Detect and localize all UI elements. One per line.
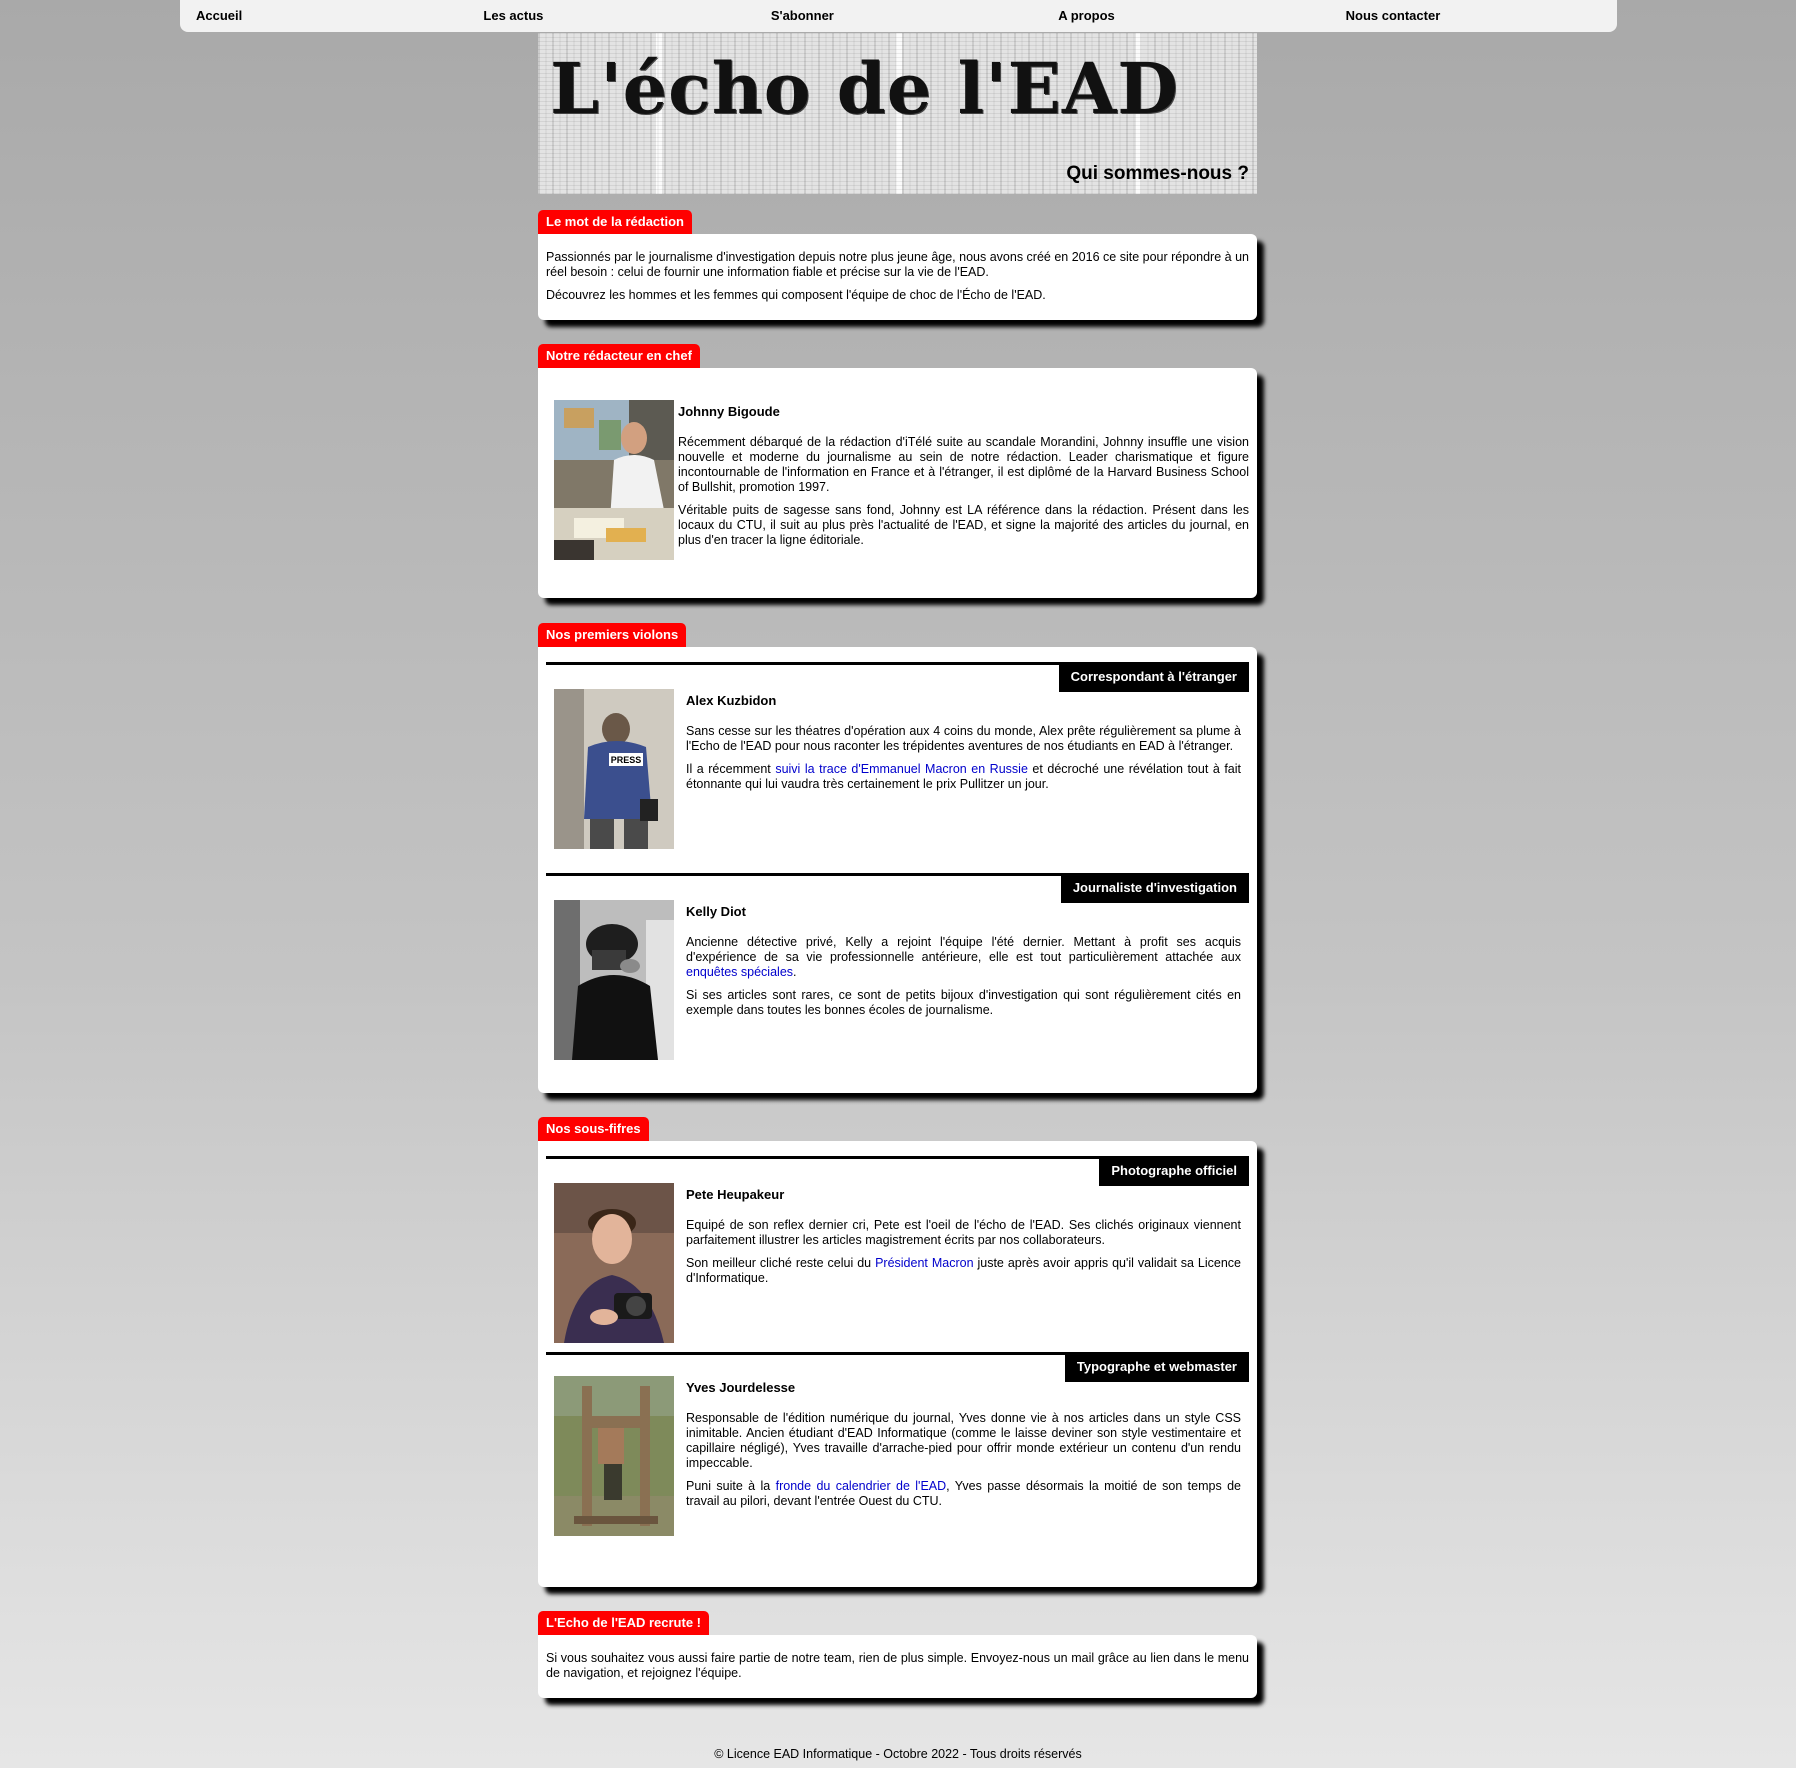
person-card-pete-heupakeur: Photographe officiel Pete Heupakeur Equi…: [546, 1156, 1249, 1346]
svg-text:PRESS: PRESS: [611, 755, 642, 765]
role-badge: Journaliste d'investigation: [1060, 873, 1249, 903]
person-bio-2: Il a récemment suivi la trace d'Emmanuel…: [686, 762, 1241, 791]
header-banner: L'écho de l'EAD Qui sommes-nous ?: [538, 33, 1257, 194]
photo-pete-heupakeur: [554, 1183, 674, 1343]
link-enquetes-speciales[interactable]: enquêtes spéciales: [686, 965, 793, 979]
person-card-alex-kuzbidon: Correspondant à l'étranger PRESS Alex Ku…: [546, 662, 1249, 852]
section-tab: Notre rédacteur en chef: [538, 344, 700, 368]
person-bio: Responsable de l'édition numérique du jo…: [686, 1411, 1241, 1470]
person-text: Kelly Diot Ancienne détective privé, Kel…: [686, 904, 1241, 1026]
person-text: Johnny Bigoude Récemment débarqué de la …: [678, 404, 1249, 556]
person-bio-2: Puni suite à la fronde du calendrier de …: [686, 1479, 1241, 1508]
intro-paragraph-2: Découvrez les hommes et les femmes qui c…: [546, 288, 1046, 302]
nav-item-sabonner[interactable]: S'abonner: [755, 0, 1042, 32]
person-name: Yves Jourdelesse: [686, 1380, 796, 1395]
person-bio-2: Si ses articles sont rares, ce sont de p…: [686, 988, 1241, 1017]
section-mot-redaction: Le mot de la rédaction Passionnés par le…: [538, 210, 1257, 320]
person-bio: Ancienne détective privé, Kelly a rejoin…: [686, 935, 1241, 979]
person-text: Pete Heupakeur Equipé de son reflex dern…: [686, 1187, 1241, 1294]
role-badge: Typographe et webmaster: [1064, 1352, 1249, 1382]
section-tab: Nos premiers violons: [538, 623, 687, 647]
section-redacteur-chef: Notre rédacteur en chef Johnny Bigoude R…: [538, 344, 1257, 598]
section-box: Passionnés par le journalisme d'investig…: [538, 234, 1257, 320]
person-name: Alex Kuzbidon: [686, 693, 777, 708]
section-sous-fifres: Nos sous-fifres Photographe officiel Pet…: [538, 1117, 1257, 1587]
section-tab: L'Echo de l'EAD recrute !: [538, 1611, 709, 1635]
person-bio: Sans cesse sur les théatres d'opération …: [686, 724, 1241, 753]
nav-item-nous-contacter[interactable]: Nous contacter: [1330, 0, 1617, 32]
site-logo: L'écho de l'EAD: [550, 47, 1180, 130]
person-card-yves-jourdelesse: Typographe et webmaster Yves Jourdelesse…: [546, 1352, 1249, 1562]
person-name: Johnny Bigoude: [678, 404, 780, 419]
section-premiers-violons: Nos premiers violons Correspondant à l'é…: [538, 623, 1257, 1093]
section-box: Si vous souhaitez vous aussi faire parti…: [538, 1635, 1257, 1698]
person-name: Pete Heupakeur: [686, 1187, 785, 1202]
role-badge: Photographe officiel: [1099, 1156, 1249, 1186]
page-subtitle: Qui sommes-nous ?: [1066, 163, 1249, 184]
person-bio-2: Son meilleur cliché reste celui du Prési…: [686, 1256, 1241, 1285]
link-fronde-calendrier[interactable]: fronde du calendrier de l'EAD: [776, 1479, 947, 1493]
photo-alex-kuzbidon: PRESS: [554, 689, 674, 849]
photo-johnny-bigoude: [554, 400, 674, 560]
nav-item-les-actus[interactable]: Les actus: [467, 0, 754, 32]
person-text: Alex Kuzbidon Sans cesse sur les théatre…: [686, 693, 1241, 800]
section-recrute: L'Echo de l'EAD recrute ! Si vous souhai…: [538, 1611, 1257, 1698]
person-bio: Récemment débarqué de la rédaction d'iTé…: [678, 435, 1249, 494]
section-tab: Nos sous-fifres: [538, 1117, 649, 1141]
section-box: Photographe officiel Pete Heupakeur Equi…: [538, 1141, 1257, 1587]
photo-yves-jourdelesse: [554, 1376, 674, 1536]
nav-item-accueil[interactable]: Accueil: [180, 0, 467, 32]
recrute-paragraph: Si vous souhaitez vous aussi faire parti…: [546, 1651, 1249, 1680]
footer-copyright: © Licence EAD Informatique - Octobre 202…: [714, 1747, 1082, 1761]
intro-paragraph: Passionnés par le journalisme d'investig…: [546, 250, 1249, 279]
person-text: Yves Jourdelesse Responsable de l'éditio…: [686, 1380, 1241, 1517]
person-card-kelly-diot: Journaliste d'investigation Kelly Diot A…: [546, 873, 1249, 1063]
section-box: Correspondant à l'étranger PRESS Alex Ku…: [538, 647, 1257, 1093]
person-bio-2: Véritable puits de sagesse sans fond, Jo…: [678, 503, 1249, 547]
section-box: Johnny Bigoude Récemment débarqué de la …: [538, 368, 1257, 598]
person-bio: Equipé de son reflex dernier cri, Pete e…: [686, 1218, 1241, 1247]
role-badge: Correspondant à l'étranger: [1058, 662, 1249, 692]
person-name: Kelly Diot: [686, 904, 746, 919]
nav-item-a-propos[interactable]: A propos: [1042, 0, 1329, 32]
section-tab: Le mot de la rédaction: [538, 210, 692, 234]
link-president-macron[interactable]: Président Macron: [875, 1256, 973, 1270]
link-macron-russie[interactable]: suivi la trace d'Emmanuel Macron en Russ…: [775, 762, 1028, 776]
main-nav: Accueil Les actus S'abonner A propos Nou…: [180, 0, 1617, 32]
photo-kelly-diot: [554, 900, 674, 1060]
